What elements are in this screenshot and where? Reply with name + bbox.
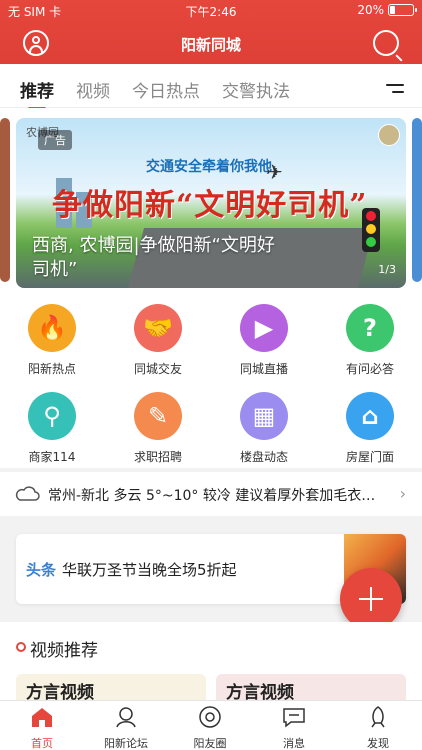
- shortcut-label: 阳新热点: [27, 362, 76, 376]
- nav-label: 首页: [31, 737, 53, 750]
- shortcut-label: 同城直播: [239, 362, 288, 376]
- status-bar: 无 SIM 卡 下午2:46 20%: [0, 0, 422, 22]
- yellow-light: [366, 224, 376, 234]
- home-icon: [32, 708, 52, 727]
- red-light: [366, 211, 376, 221]
- battery-percent: 20%: [357, 3, 384, 17]
- battery-indicator: 20%: [357, 3, 417, 17]
- menu-line: [386, 84, 404, 86]
- search-icon: ⚲: [28, 392, 76, 440]
- forum-icon: [116, 707, 136, 728]
- section-title: 视频推荐: [30, 641, 98, 661]
- add-post-button[interactable]: [340, 568, 402, 630]
- shortcut-live[interactable]: ▶ 同城直播: [224, 304, 304, 377]
- menu-icon[interactable]: [386, 84, 404, 94]
- shortcut-label: 商家114: [28, 450, 76, 464]
- nav-label: 阳友圈: [193, 737, 227, 750]
- page-title: 阳新同城: [180, 36, 241, 54]
- nav-label: 消息: [283, 737, 305, 750]
- circle-icon: [199, 706, 221, 728]
- shortcut-yangxin-hot[interactable]: 🔥 阳新热点: [12, 304, 92, 377]
- tab-today-hot[interactable]: 今日热点: [132, 77, 200, 102]
- handshake-glyph: 🤝: [143, 314, 173, 342]
- slide-pager: 1/3: [378, 263, 396, 276]
- headline-title: 华联万圣节当晚全场5折起: [62, 561, 237, 579]
- shortcut-qa[interactable]: ? 有问必答: [330, 304, 410, 377]
- video-camera-icon: ▶: [240, 304, 288, 352]
- building-glyph: ▦: [252, 402, 276, 430]
- nav-messages[interactable]: 消息: [252, 705, 336, 750]
- nav-discover[interactable]: 发现: [336, 705, 420, 750]
- nav-friends-circle[interactable]: 阳友圈: [168, 705, 252, 750]
- sponsor-avatar: [378, 124, 400, 146]
- storefront-glyph: ⌂: [361, 402, 379, 430]
- camera-glyph: ▶: [254, 314, 274, 342]
- shortcut-dating[interactable]: 🤝 同城交友: [118, 304, 198, 377]
- nav-label: 阳新论坛: [104, 737, 148, 750]
- shortcut-label: 求职招聘: [133, 450, 182, 464]
- tab-traffic-police[interactable]: 交警执法: [222, 77, 290, 102]
- banner-carousel: 农博园 广告 交通安全牵着你我他 ✈ 争做阳新“文明好司机” 西商, 农博园|争…: [0, 108, 422, 288]
- message-icon: [283, 708, 305, 728]
- ad-badge: 广告: [38, 130, 72, 150]
- next-slide-peek[interactable]: [412, 118, 422, 282]
- shortcut-label: 楼盘动态: [239, 450, 288, 464]
- flame-glyph: 🔥: [37, 314, 67, 342]
- building-icon: ▦: [240, 392, 288, 440]
- section-dot-icon: [16, 642, 26, 652]
- menu-line: [392, 91, 404, 93]
- flame-icon: 🔥: [28, 304, 76, 352]
- shortcut-business[interactable]: ⚲ 商家114: [12, 392, 92, 465]
- handshake-icon: 🤝: [134, 304, 182, 352]
- shortcut-grid: 🔥 阳新热点 🤝 同城交友 ▶ 同城直播 ? 有问必答 ⚲ 商家114 ✎ 求职…: [0, 288, 422, 468]
- battery-icon: [388, 4, 417, 16]
- banner-slide[interactable]: 农博园 广告 交通安全牵着你我他 ✈ 争做阳新“文明好司机” 西商, 农博园|争…: [16, 118, 406, 288]
- shortcut-real-estate[interactable]: ▦ 楼盘动态: [224, 392, 304, 465]
- search-button[interactable]: [373, 30, 399, 56]
- top-bar: 无 SIM 卡 下午2:46 20% 阳新同城: [0, 0, 422, 64]
- tab-video[interactable]: 视频: [76, 77, 110, 102]
- search-glyph: ⚲: [43, 402, 61, 430]
- shortcut-jobs[interactable]: ✎ 求职招聘: [118, 392, 198, 465]
- category-tabs: 推荐 视频 今日热点 交警执法: [0, 64, 422, 110]
- banner-headline: 争做阳新“文明好司机”: [52, 188, 368, 223]
- nav-home[interactable]: 首页: [0, 705, 84, 750]
- job-icon: ✎: [134, 392, 182, 440]
- banner-slogan: 交通安全牵着你我他: [146, 159, 272, 175]
- shortcut-label: 有问必答: [345, 362, 394, 376]
- rocket-icon: [371, 706, 385, 728]
- green-light: [366, 237, 376, 247]
- nav-forum[interactable]: 阳新论坛: [84, 705, 168, 750]
- shortcut-storefront[interactable]: ⌂ 房屋门面: [330, 392, 410, 465]
- battery-fill: [390, 6, 395, 14]
- storefront-icon: ⌂: [346, 392, 394, 440]
- job-glyph: ✎: [147, 402, 169, 430]
- traffic-light-icon: [362, 208, 380, 252]
- nav-label: 发现: [367, 737, 389, 750]
- weather-text: 常州-新北 多云 5°~10° 较冷 建议着厚外套加毛衣…: [48, 488, 376, 504]
- tab-recommend[interactable]: 推荐: [20, 77, 54, 110]
- chevron-right-icon: ›: [399, 484, 406, 503]
- shortcut-label: 房屋门面: [345, 450, 394, 464]
- previous-slide-peek[interactable]: [0, 118, 10, 282]
- cloud-icon: [15, 486, 40, 501]
- question-glyph: ?: [363, 314, 377, 342]
- banner-caption: 西商, 农博园|争做阳新“文明好司机”: [32, 235, 275, 280]
- headline-tag: 头条: [26, 561, 57, 579]
- weather-bar[interactable]: 常州-新北 多云 5°~10° 较冷 建议着厚外套加毛衣… ›: [0, 472, 422, 516]
- bottom-tab-bar: 首页 阳新论坛 阳友圈 消息 发现: [0, 700, 422, 750]
- shortcut-label: 同城交友: [133, 362, 182, 376]
- video-section: 视频推荐 方言视频 方言视频: [0, 622, 422, 704]
- question-icon: ?: [346, 304, 394, 352]
